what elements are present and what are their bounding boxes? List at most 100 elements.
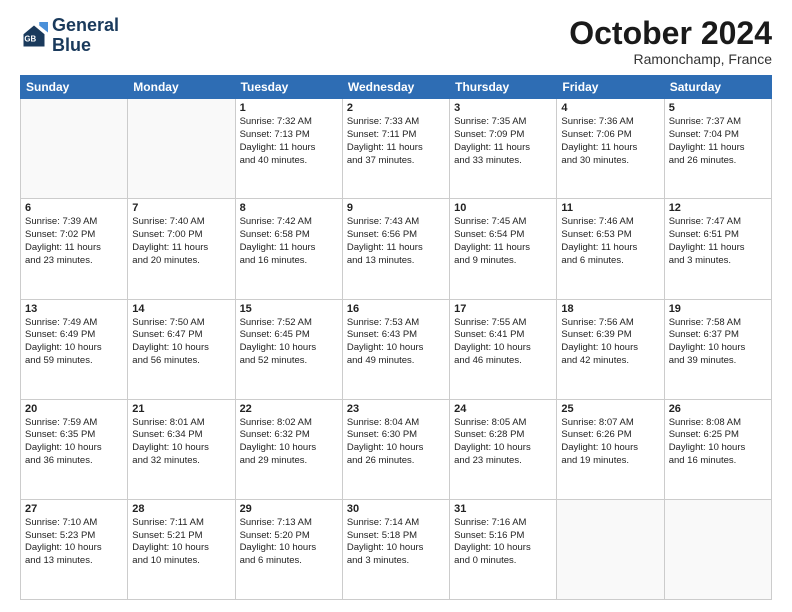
- day-cell-w3-d6: 18 Sunrise: 7:56 AM Sunset: 6:39 PM Dayli…: [557, 299, 664, 399]
- day-number: 24: [454, 403, 552, 415]
- day-cell-w5-d7: [664, 499, 771, 599]
- day-number: 14: [132, 303, 230, 315]
- day-detail: Sunrise: 7:14 AM Sunset: 5:18 PM Dayligh…: [347, 517, 445, 568]
- day-number: 20: [25, 403, 123, 415]
- day-detail: Sunrise: 7:10 AM Sunset: 5:23 PM Dayligh…: [25, 517, 123, 568]
- week-row-4: 20 Sunrise: 7:59 AM Sunset: 6:35 PM Dayli…: [21, 399, 772, 499]
- day-detail: Sunrise: 7:58 AM Sunset: 6:37 PM Dayligh…: [669, 317, 767, 368]
- month-title: October 2024: [569, 16, 772, 51]
- day-cell-w3-d1: 13Sunrise: 7:49 AM Sunset: 6:49 PM Dayli…: [21, 299, 128, 399]
- day-detail: Sunrise: 7:56 AM Sunset: 6:39 PM Dayligh…: [561, 317, 659, 368]
- day-cell-w4-d4: 23 Sunrise: 8:04 AM Sunset: 6:30 PM Dayli…: [342, 399, 449, 499]
- day-detail: Sunrise: 7:43 AM Sunset: 6:56 PM Dayligh…: [347, 216, 445, 267]
- day-cell-w2-d7: 12 Sunrise: 7:47 AM Sunset: 6:51 PM Dayli…: [664, 199, 771, 299]
- day-detail: Sunrise: 7:46 AM Sunset: 6:53 PM Dayligh…: [561, 216, 659, 267]
- header-saturday: Saturday: [664, 76, 771, 99]
- day-number: 2: [347, 102, 445, 114]
- day-detail: Sunrise: 8:04 AM Sunset: 6:30 PM Dayligh…: [347, 417, 445, 468]
- day-number: 11: [561, 202, 659, 214]
- header-sunday: Sunday: [21, 76, 128, 99]
- day-detail: Sunrise: 8:02 AM Sunset: 6:32 PM Dayligh…: [240, 417, 338, 468]
- day-number: 30: [347, 503, 445, 515]
- day-number: 6: [25, 202, 123, 214]
- day-cell-w3-d2: 14 Sunrise: 7:50 AM Sunset: 6:47 PM Dayli…: [128, 299, 235, 399]
- day-detail: Sunrise: 7:53 AM Sunset: 6:43 PM Dayligh…: [347, 317, 445, 368]
- day-cell-w5-d5: 31Sunrise: 7:16 AM Sunset: 5:16 PM Dayli…: [450, 499, 557, 599]
- day-cell-w2-d3: 8Sunrise: 7:42 AM Sunset: 6:58 PM Daylig…: [235, 199, 342, 299]
- day-cell-w3-d7: 19 Sunrise: 7:58 AM Sunset: 6:37 PM Dayli…: [664, 299, 771, 399]
- header-thursday: Thursday: [450, 76, 557, 99]
- day-detail: Sunrise: 8:05 AM Sunset: 6:28 PM Dayligh…: [454, 417, 552, 468]
- day-cell-w4-d2: 21 Sunrise: 8:01 AM Sunset: 6:34 PM Dayli…: [128, 399, 235, 499]
- page: GB General Blue October 2024 Ramonchamp,…: [0, 0, 792, 612]
- day-cell-w2-d2: 7 Sunrise: 7:40 AM Sunset: 7:00 PM Daylig…: [128, 199, 235, 299]
- header-monday: Monday: [128, 76, 235, 99]
- day-cell-w2-d4: 9Sunrise: 7:43 AM Sunset: 6:56 PM Daylig…: [342, 199, 449, 299]
- week-row-1: 1Sunrise: 7:32 AM Sunset: 7:13 PM Daylig…: [21, 99, 772, 199]
- header-tuesday: Tuesday: [235, 76, 342, 99]
- svg-text:GB: GB: [24, 34, 36, 43]
- day-number: 27: [25, 503, 123, 515]
- day-number: 19: [669, 303, 767, 315]
- day-cell-w4-d3: 22Sunrise: 8:02 AM Sunset: 6:32 PM Dayli…: [235, 399, 342, 499]
- week-row-2: 6 Sunrise: 7:39 AM Sunset: 7:02 PM Daylig…: [21, 199, 772, 299]
- day-detail: Sunrise: 7:52 AM Sunset: 6:45 PM Dayligh…: [240, 317, 338, 368]
- day-number: 18: [561, 303, 659, 315]
- calendar-table: Sunday Monday Tuesday Wednesday Thursday…: [20, 75, 772, 600]
- day-number: 26: [669, 403, 767, 415]
- location-subtitle: Ramonchamp, France: [569, 51, 772, 67]
- day-detail: Sunrise: 7:49 AM Sunset: 6:49 PM Dayligh…: [25, 317, 123, 368]
- day-cell-w1-d7: 5 Sunrise: 7:37 AM Sunset: 7:04 PM Daylig…: [664, 99, 771, 199]
- day-number: 5: [669, 102, 767, 114]
- day-cell-w1-d4: 2 Sunrise: 7:33 AM Sunset: 7:11 PM Daylig…: [342, 99, 449, 199]
- day-number: 8: [240, 202, 338, 214]
- day-cell-w5-d6: [557, 499, 664, 599]
- day-number: 21: [132, 403, 230, 415]
- day-detail: Sunrise: 7:39 AM Sunset: 7:02 PM Dayligh…: [25, 216, 123, 267]
- day-number: 31: [454, 503, 552, 515]
- day-detail: Sunrise: 7:37 AM Sunset: 7:04 PM Dayligh…: [669, 116, 767, 167]
- day-number: 4: [561, 102, 659, 114]
- week-row-3: 13Sunrise: 7:49 AM Sunset: 6:49 PM Dayli…: [21, 299, 772, 399]
- day-detail: Sunrise: 7:50 AM Sunset: 6:47 PM Dayligh…: [132, 317, 230, 368]
- day-detail: Sunrise: 8:01 AM Sunset: 6:34 PM Dayligh…: [132, 417, 230, 468]
- header-friday: Friday: [557, 76, 664, 99]
- logo-area: GB General Blue: [20, 16, 119, 56]
- day-cell-w5-d1: 27 Sunrise: 7:10 AM Sunset: 5:23 PM Dayli…: [21, 499, 128, 599]
- day-number: 7: [132, 202, 230, 214]
- day-detail: Sunrise: 8:07 AM Sunset: 6:26 PM Dayligh…: [561, 417, 659, 468]
- day-detail: Sunrise: 7:35 AM Sunset: 7:09 PM Dayligh…: [454, 116, 552, 167]
- day-number: 15: [240, 303, 338, 315]
- day-cell-w1-d3: 1Sunrise: 7:32 AM Sunset: 7:13 PM Daylig…: [235, 99, 342, 199]
- day-cell-w5-d2: 28Sunrise: 7:11 AM Sunset: 5:21 PM Dayli…: [128, 499, 235, 599]
- title-area: October 2024 Ramonchamp, France: [569, 16, 772, 67]
- day-detail: Sunrise: 7:40 AM Sunset: 7:00 PM Dayligh…: [132, 216, 230, 267]
- day-cell-w2-d5: 10Sunrise: 7:45 AM Sunset: 6:54 PM Dayli…: [450, 199, 557, 299]
- day-detail: Sunrise: 7:47 AM Sunset: 6:51 PM Dayligh…: [669, 216, 767, 267]
- day-detail: Sunrise: 7:55 AM Sunset: 6:41 PM Dayligh…: [454, 317, 552, 368]
- day-cell-w1-d1: [21, 99, 128, 199]
- day-number: 1: [240, 102, 338, 114]
- logo-icon: GB: [20, 22, 48, 50]
- day-cell-w3-d5: 17Sunrise: 7:55 AM Sunset: 6:41 PM Dayli…: [450, 299, 557, 399]
- day-number: 28: [132, 503, 230, 515]
- day-cell-w4-d5: 24 Sunrise: 8:05 AM Sunset: 6:28 PM Dayli…: [450, 399, 557, 499]
- day-detail: Sunrise: 7:59 AM Sunset: 6:35 PM Dayligh…: [25, 417, 123, 468]
- day-cell-w3-d3: 15 Sunrise: 7:52 AM Sunset: 6:45 PM Dayli…: [235, 299, 342, 399]
- day-detail: Sunrise: 7:33 AM Sunset: 7:11 PM Dayligh…: [347, 116, 445, 167]
- day-detail: Sunrise: 7:13 AM Sunset: 5:20 PM Dayligh…: [240, 517, 338, 568]
- day-number: 10: [454, 202, 552, 214]
- day-detail: Sunrise: 8:08 AM Sunset: 6:25 PM Dayligh…: [669, 417, 767, 468]
- day-cell-w5-d4: 30 Sunrise: 7:14 AM Sunset: 5:18 PM Dayli…: [342, 499, 449, 599]
- day-cell-w1-d5: 3 Sunrise: 7:35 AM Sunset: 7:09 PM Daylig…: [450, 99, 557, 199]
- day-cell-w2-d1: 6 Sunrise: 7:39 AM Sunset: 7:02 PM Daylig…: [21, 199, 128, 299]
- header: GB General Blue October 2024 Ramonchamp,…: [20, 16, 772, 67]
- day-number: 16: [347, 303, 445, 315]
- day-cell-w4-d6: 25Sunrise: 8:07 AM Sunset: 6:26 PM Dayli…: [557, 399, 664, 499]
- day-cell-w2-d6: 11 Sunrise: 7:46 AM Sunset: 6:53 PM Dayli…: [557, 199, 664, 299]
- day-number: 12: [669, 202, 767, 214]
- day-cell-w1-d2: [128, 99, 235, 199]
- day-number: 23: [347, 403, 445, 415]
- day-cell-w4-d1: 20 Sunrise: 7:59 AM Sunset: 6:35 PM Dayli…: [21, 399, 128, 499]
- day-number: 3: [454, 102, 552, 114]
